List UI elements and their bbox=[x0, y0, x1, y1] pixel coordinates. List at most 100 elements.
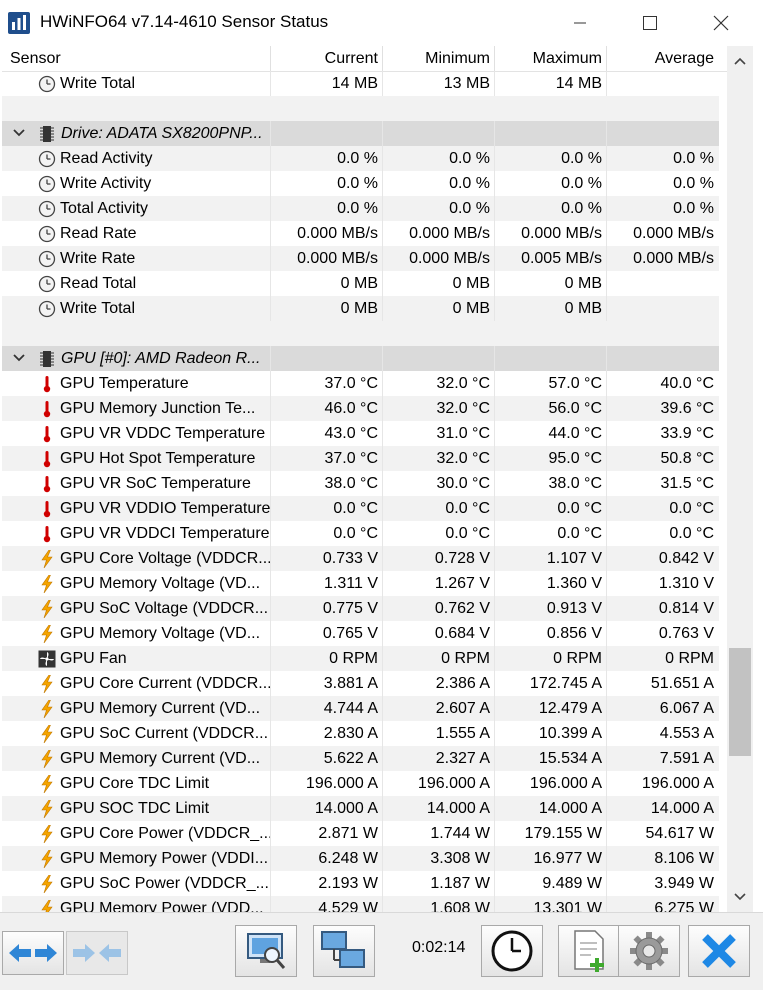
minimum-value: 0 RPM bbox=[441, 650, 490, 667]
sensor-row[interactable]: GPU Memory Power (VDD... 4.529 W 1.608 W 13… bbox=[2, 896, 719, 912]
clock-icon bbox=[38, 75, 56, 93]
average-value: 0 RPM bbox=[665, 650, 714, 667]
average-value: 7.591 A bbox=[659, 750, 714, 767]
sensor-row[interactable]: GPU Fan 0 RPM 0 RPM 0 RPM 0 RPM bbox=[2, 646, 719, 671]
header-sensor[interactable]: Sensor bbox=[10, 46, 61, 71]
sensor-row[interactable]: GPU Core Current (VDDCR... 3.881 A 2.386 A… bbox=[2, 671, 719, 696]
header-current[interactable]: Current bbox=[274, 46, 378, 71]
sensor-row[interactable]: GPU SoC Power (VDDCR_... 2.193 W 1.187 W 9.… bbox=[2, 871, 719, 896]
maximum-value: 13.301 W bbox=[533, 900, 602, 912]
double-arrow-icon bbox=[9, 944, 57, 962]
sensor-row[interactable]: Write Activity 0.0 % 0.0 % 0.0 % 0.0 % bbox=[2, 171, 719, 196]
minimum-value: 0.000 MB/s bbox=[409, 250, 490, 267]
sensor-row[interactable]: GPU Core Power (VDDCR_... 2.871 W 1.744 W 1… bbox=[2, 821, 719, 846]
average-value: 39.6 °C bbox=[660, 400, 714, 417]
lightning-bolt-icon bbox=[41, 675, 53, 693]
sensor-row[interactable]: GPU VR VDDIO Temperature 0.0 °C 0.0 °C 0.0 … bbox=[2, 496, 719, 521]
sensor-row[interactable]: GPU VR VDDCI Temperature 0.0 °C 0.0 °C 0.0 … bbox=[2, 521, 719, 546]
average-value bbox=[606, 296, 714, 321]
sensor-row[interactable]: GPU SoC Voltage (VDDCR... 0.775 V 0.762 V 0… bbox=[2, 596, 719, 621]
close-sensors-button[interactable] bbox=[688, 925, 750, 977]
average-value: 0.0 °C bbox=[669, 500, 714, 517]
logging-button[interactable] bbox=[558, 925, 620, 977]
maximum-value: 0.000 MB/s bbox=[521, 225, 602, 242]
header-maximum[interactable]: Maximum bbox=[498, 46, 602, 71]
sensor-row[interactable]: GPU Core TDC Limit 196.000 A 196.000 A 196.… bbox=[2, 771, 719, 796]
current-value: 37.0 °C bbox=[324, 450, 378, 467]
sensor-row[interactable]: Total Activity 0.0 % 0.0 % 0.0 % 0.0 % bbox=[2, 196, 719, 221]
minimum-value: 32.0 °C bbox=[436, 400, 490, 417]
current-value: 0 RPM bbox=[329, 650, 378, 667]
scroll-up-button[interactable] bbox=[727, 46, 753, 76]
elapsed-timer: 0:02:14 bbox=[412, 939, 466, 956]
minimum-value: 1.187 W bbox=[430, 875, 490, 892]
collapse-chevron-icon[interactable] bbox=[12, 125, 26, 141]
sensor-name: GPU Memory Voltage (VD... bbox=[60, 625, 261, 642]
header-minimum[interactable]: Minimum bbox=[386, 46, 490, 71]
maximize-button[interactable] bbox=[615, 0, 685, 45]
maximize-icon bbox=[643, 15, 657, 30]
sensor-row[interactable]: GPU Memory Current (VD... 5.622 A 2.327 A 1… bbox=[2, 746, 719, 771]
sensor-name: GPU SoC Current (VDDCR... bbox=[60, 725, 269, 742]
average-value: 0.000 MB/s bbox=[633, 250, 714, 267]
sensor-row[interactable]: GPU Memory Current (VD... 4.744 A 2.607 A 1… bbox=[2, 696, 719, 721]
sensor-row[interactable]: GPU Memory Voltage (VD... 1.311 V 1.267 V 1… bbox=[2, 571, 719, 596]
minimum-value: 196.000 A bbox=[417, 775, 490, 792]
sensor-name: GPU Core TDC Limit bbox=[60, 775, 210, 792]
reset-clock-button[interactable] bbox=[481, 925, 543, 977]
sensor-name: GPU Core Power (VDDCR_... bbox=[60, 825, 270, 842]
monitor-magnifier-icon bbox=[247, 933, 286, 969]
sensor-row[interactable]: GPU Memory Voltage (VD... 0.765 V 0.684 V 0… bbox=[2, 621, 719, 646]
minimum-value: 0.0 °C bbox=[445, 500, 490, 517]
close-window-button[interactable] bbox=[686, 0, 756, 45]
minimum-value: 31.0 °C bbox=[436, 425, 490, 442]
sensor-row[interactable]: Read Activity 0.0 % 0.0 % 0.0 % 0.0 % bbox=[2, 146, 719, 171]
minimum-value: 2.607 A bbox=[435, 700, 490, 717]
bottom-toolbar: 0:02:14 bbox=[0, 912, 763, 990]
sensor-group-row[interactable]: Drive: ADATA SX8200PNP... bbox=[2, 121, 719, 146]
sensor-row[interactable]: GPU SOC TDC Limit 14.000 A 14.000 A 14.000 … bbox=[2, 796, 719, 821]
double-arrow-inward-icon bbox=[73, 944, 121, 962]
maximum-value: 1.360 V bbox=[546, 575, 602, 592]
sensor-name: GPU Temperature bbox=[60, 375, 189, 392]
average-value: 31.5 °C bbox=[660, 475, 714, 492]
maximum-value: 38.0 °C bbox=[548, 475, 602, 492]
minimize-icon bbox=[574, 22, 586, 23]
scroll-thumb[interactable] bbox=[729, 648, 751, 756]
average-value: 0.0 % bbox=[673, 200, 714, 217]
minimum-value: 2.386 A bbox=[435, 675, 490, 692]
lightning-bolt-icon bbox=[41, 800, 53, 818]
sensor-name: Read Rate bbox=[60, 225, 137, 242]
sensor-row[interactable]: GPU Memory Junction Te... 46.0 °C 32.0 °C 5… bbox=[2, 396, 719, 421]
collapse-chevron-icon[interactable] bbox=[12, 350, 26, 366]
network-button[interactable] bbox=[313, 925, 375, 977]
sensor-row[interactable]: Write Total 0 MB 0 MB 0 MB bbox=[2, 296, 719, 321]
sensor-row[interactable]: Read Total 0 MB 0 MB 0 MB bbox=[2, 271, 719, 296]
current-value: 14 MB bbox=[331, 75, 378, 92]
sensor-row[interactable]: Write Rate 0.000 MB/s 0.000 MB/s 0.005 MB/s… bbox=[2, 246, 719, 271]
minimum-value: 2.327 A bbox=[435, 750, 490, 767]
sensor-row[interactable]: GPU Temperature 37.0 °C 32.0 °C 57.0 °C 40.0… bbox=[2, 371, 719, 396]
maximum-value: 56.0 °C bbox=[548, 400, 602, 417]
maximum-value: 0.005 MB/s bbox=[521, 250, 602, 267]
sensor-row[interactable]: GPU Core Voltage (VDDCR... 0.733 V 0.728 V… bbox=[2, 546, 719, 571]
sensor-monitor-button[interactable] bbox=[235, 925, 297, 977]
sensor-row[interactable]: GPU SoC Current (VDDCR... 2.830 A 1.555 A 1… bbox=[2, 721, 719, 746]
sensor-group-name: Drive: ADATA SX8200PNP... bbox=[61, 125, 263, 142]
sensor-row[interactable]: Write Total 14 MB 13 MB 14 MB bbox=[2, 71, 719, 96]
current-value: 0.000 MB/s bbox=[297, 225, 378, 242]
settings-button[interactable] bbox=[618, 925, 680, 977]
switch-sensors-right-button[interactable] bbox=[66, 931, 128, 975]
switch-sensors-left-button[interactable] bbox=[2, 931, 64, 975]
lightning-bolt-icon bbox=[41, 625, 53, 643]
header-average[interactable]: Average bbox=[610, 46, 714, 71]
sensor-row[interactable]: GPU Hot Spot Temperature 37.0 °C 32.0 °C 95… bbox=[2, 446, 719, 471]
sensor-group-row[interactable]: GPU [#0]: AMD Radeon R... bbox=[2, 346, 719, 371]
vertical-scrollbar[interactable] bbox=[727, 46, 753, 912]
sensor-row[interactable]: Read Rate 0.000 MB/s 0.000 MB/s 0.000 MB/s 0… bbox=[2, 221, 719, 246]
sensor-row[interactable]: GPU VR VDDC Temperature 43.0 °C 31.0 °C 44.… bbox=[2, 421, 719, 446]
sensor-row[interactable]: GPU VR SoC Temperature 38.0 °C 30.0 °C 38.0… bbox=[2, 471, 719, 496]
sensor-row[interactable]: GPU Memory Power (VDDI... 6.248 W 3.308 W 1… bbox=[2, 846, 719, 871]
minimize-button[interactable] bbox=[545, 0, 615, 45]
scroll-down-button[interactable] bbox=[727, 882, 753, 912]
